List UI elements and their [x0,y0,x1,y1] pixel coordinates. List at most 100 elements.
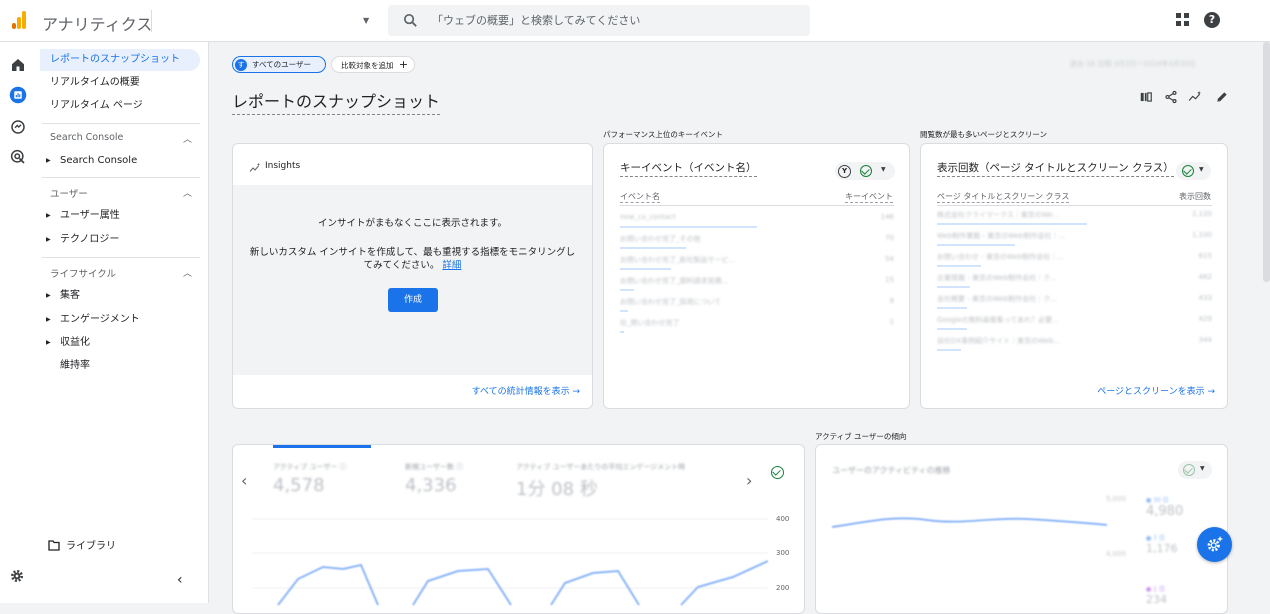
card-title[interactable]: キーイベント（イベント名） [620,160,757,177]
table-row[interactable]: 企業情報 - 東京のWeb制作会社｜ク... 462 [937,273,1212,285]
view-all-insights-link[interactable]: すべての統計情報を表示 → [472,384,580,397]
search-input[interactable] [432,11,792,30]
table-row[interactable]: お問い合わせ完了_その他 70 [620,234,894,246]
advertising-icon[interactable] [9,148,27,166]
activity-line-chart [832,517,1107,528]
edit-pencil-icon[interactable] [1215,90,1229,104]
home-icon[interactable] [9,56,27,74]
table-row[interactable]: お問い合わせ完了_資料請求見積... 15 [620,276,894,288]
selected-kpi-indicator [273,445,371,448]
nav-item-report-snapshot[interactable]: レポートのスナップショット [40,49,200,71]
dropdown-caret-icon[interactable]: ▼ [1199,166,1204,173]
nav-item-acquisition[interactable]: 集客 [36,285,209,307]
group-label-active-trend: アクティブ ユーザーの傾向 [815,432,907,441]
nav-item-realtime-pages[interactable]: リアルタイム ページ [36,95,209,117]
card-title[interactable]: ユーザーのアクティビティの推移 [832,465,950,476]
filter-funnel-icon[interactable]: Y [838,165,851,178]
row-label: お問い合わせ完了_資料請求見積... [620,277,729,285]
kpi-label[interactable]: アクティブ ユーザー ⓘ [273,462,347,472]
table-row[interactable]: 株式会社クライマークス｜東京のWe... 2,120 [937,210,1212,222]
table-row[interactable]: new_cv_contact 146 [620,213,894,225]
table-row[interactable]: 会社概要 - 東京のWeb制作会社｜ク... 433 [937,294,1212,306]
previous-chevron-icon[interactable]: ‹ [241,471,247,490]
nav-item-search-console[interactable]: Search Console [36,150,209,172]
kpi-value: 4,336 [405,475,457,496]
nav-item-retention[interactable]: 維持率 [36,355,209,377]
row-share-bar [620,331,624,333]
table-row[interactable]: 自社DX事例紹介サイト｜東京のWeb... 344 [937,336,1212,348]
settings-gear-icon[interactable] [9,568,25,584]
row-share-bar [620,268,671,270]
customize-report-icon[interactable] [1139,90,1153,104]
row-label: 企業情報 - 東京のWeb制作会社｜ク... [937,274,1057,282]
compare-check-icon[interactable] [860,165,872,177]
icon-rail [0,42,36,603]
section-user[interactable]: ユーザー [50,186,88,200]
column-header-key-events[interactable]: キーイベント [845,191,893,203]
compare-check-icon[interactable] [1183,464,1195,476]
analytics-logo-icon[interactable] [12,11,26,29]
y-axis-tick: 200 [776,584,790,592]
compare-check-icon[interactable] [1182,165,1194,177]
row-share-bar [620,310,628,312]
collapse-nav-chevron-icon[interactable]: ‹ [177,572,183,588]
collapse-chevron-icon[interactable]: ︿ [183,132,192,145]
table-row[interactable]: 社_問い合わせ完了 1 [620,318,894,330]
detail-link[interactable]: 詳細 [442,260,461,271]
account-dropdown-chevron-icon[interactable]: ▼ [363,16,369,25]
row-label: 社_問い合わせ完了 [620,319,680,327]
table-row[interactable]: お問い合わせ完了_採用について 9 [620,297,894,309]
library-label: ライブラリ [66,541,116,552]
help-icon[interactable]: ? [1204,12,1220,28]
kpi-value: 1分 08 秒 [516,479,598,500]
comparison-chip-all-users[interactable]: す すべてのユーザー [232,56,326,73]
row-share-bar [937,223,1087,225]
column-header-event-name[interactable]: イベント名 [620,191,660,203]
section-lifecycle[interactable]: ライフサイクル [50,266,116,280]
kpi-label[interactable]: アクティブ ユーザーあたりの平均エンゲージメント時 [516,462,685,472]
insights-sparkline-icon[interactable] [1188,90,1202,104]
collapse-chevron-icon[interactable]: ︿ [183,266,192,279]
date-range-picker[interactable]: 過去 28 日間 3月3日～2024年3月30日 [1052,56,1244,73]
sparkle-gear-icon [1207,535,1224,552]
plus-icon: + [398,58,409,71]
section-search-console[interactable]: Search Console [50,132,123,143]
view-pages-link[interactable]: ページとスクリーンを表示 → [1097,384,1215,397]
apps-grid-icon[interactable] [1176,13,1190,27]
nav-item-monetization[interactable]: 収益化 [36,332,209,354]
collapse-chevron-icon[interactable]: ︿ [183,186,192,199]
page-scrollbar[interactable] [1263,42,1270,282]
nav-item-realtime-overview[interactable]: リアルタイムの概要 [36,72,209,94]
column-header-views[interactable]: 表示回数 [1179,191,1211,202]
explore-icon[interactable] [9,118,27,136]
chip-label: すべてのユーザー [252,60,312,69]
row-value: 429 [1198,315,1212,323]
kpi-label[interactable]: 新規ユーザー数 ⓘ [405,462,463,472]
card-controls: ▼ [1178,461,1212,479]
next-chevron-icon[interactable]: › [746,471,752,490]
insights-assistant-fab[interactable] [1197,527,1232,562]
reports-icon[interactable] [9,86,27,104]
compare-check-icon[interactable] [771,466,784,479]
library-link[interactable]: ライブラリ [48,537,116,552]
nav-item-demographics[interactable]: ユーザー属性 [36,205,209,227]
nav-item-engagement[interactable]: エンゲージメント [36,309,209,331]
column-header-page-title[interactable]: ページ タイトルとスクリーン クラス [937,191,1070,203]
dropdown-caret-icon[interactable]: ▼ [1200,465,1205,472]
create-insight-button[interactable]: 作成 [388,288,438,312]
table-row[interactable]: Web制作業務 - 東京のWeb制作会社｜... 1,100 [937,231,1212,243]
share-icon[interactable] [1164,90,1178,104]
search-bar[interactable] [388,5,810,36]
dropdown-caret-icon[interactable]: ▼ [881,166,886,173]
card-controls: Y ▼ [835,162,895,180]
y-axis-tick: 300 [776,549,790,557]
row-label: 自社DX事例紹介サイト｜東京のWeb... [937,337,1061,345]
nav-item-technology[interactable]: テクノロジー [36,229,209,251]
folder-icon [48,540,60,551]
legend-item: ● 30 日 4,980 [1146,495,1183,519]
table-row[interactable]: お問い合わせ完了_新社製品サービ... 54 [620,255,894,267]
table-row[interactable]: お問い合わせ - 東京のWeb制作会社｜... 615 [937,252,1212,264]
card-title[interactable]: 表示回数（ページ タイトルとスクリーン クラス） [937,160,1174,177]
add-comparison-button[interactable]: 比較対象を追加 + [331,56,415,73]
table-row[interactable]: Googleの無料画像集ってあれ？必要... 429 [937,315,1212,327]
